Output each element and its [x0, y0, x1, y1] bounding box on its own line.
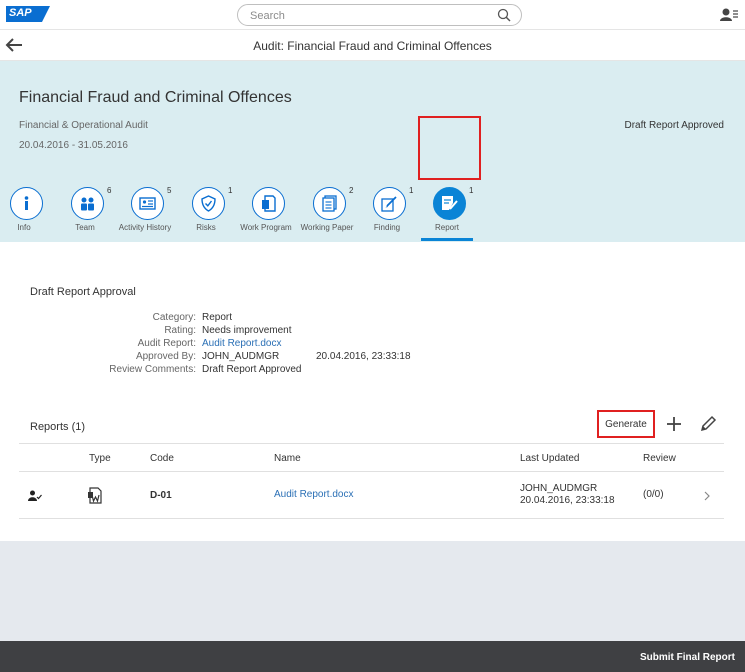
- search-icon[interactable]: [497, 8, 511, 22]
- tab-count: 6: [107, 186, 112, 195]
- tab-work-program[interactable]: Work Program: [236, 185, 296, 242]
- tab-count: 5: [167, 186, 172, 195]
- footer-toolbar: Submit Final Report: [0, 641, 745, 672]
- tab-work-program-circle: [252, 187, 285, 220]
- form-row-review-comments: Review Comments: Draft Report Approved: [0, 364, 745, 377]
- working-paper-icon: [322, 195, 337, 212]
- team-icon: [81, 197, 94, 211]
- column-code[interactable]: Code: [150, 453, 174, 464]
- page-title: Audit: Financial Fraud and Criminal Offe…: [253, 39, 492, 53]
- user-menu-icon[interactable]: [717, 4, 739, 26]
- field-label: Category:: [152, 312, 196, 323]
- search-box[interactable]: [237, 4, 522, 26]
- active-tab-indicator: [421, 238, 473, 241]
- field-value: Needs improvement: [202, 325, 292, 336]
- tab-risks-circle: [192, 187, 225, 220]
- tab-report[interactable]: 1 Report: [417, 185, 477, 242]
- audit-title: Financial Fraud and Criminal Offences: [19, 89, 292, 106]
- field-label: Audit Report:: [137, 338, 196, 349]
- generate-button[interactable]: Generate: [597, 410, 655, 438]
- row-code: D-01: [150, 490, 172, 501]
- tab-activity-history[interactable]: 5 Activity History: [115, 185, 175, 242]
- tab-report-circle: [433, 187, 466, 220]
- tab-count: 2: [349, 186, 354, 195]
- tab-working-paper-circle: [313, 187, 346, 220]
- column-name[interactable]: Name: [274, 453, 301, 464]
- table-row[interactable]: D-01 Audit Report.docx JOHN_AUDMGR 20.04…: [19, 473, 724, 519]
- field-label: Rating:: [164, 325, 196, 336]
- report-tab-highlight: [418, 116, 481, 180]
- tab-risks[interactable]: 1 Risks: [176, 185, 236, 242]
- field-label: Review Comments:: [109, 364, 196, 375]
- navigation-bar: Audit: Financial Fraud and Criminal Offe…: [0, 30, 745, 61]
- tab-finding-circle: [373, 187, 406, 220]
- finding-icon: [381, 196, 397, 212]
- form-row-rating: Rating: Needs improvement: [0, 325, 745, 338]
- tab-team[interactable]: 6 Team: [55, 185, 115, 242]
- form-row-approved-by: Approved By: JOHN_AUDMGR 20.04.2016, 23:…: [0, 351, 745, 364]
- column-last-updated[interactable]: Last Updated: [520, 453, 580, 464]
- shell-header: SAP: [0, 0, 745, 30]
- report-icon: [442, 196, 458, 210]
- row-updated-at: 20.04.2016, 23:33:18: [520, 495, 615, 506]
- page-background: [0, 541, 745, 641]
- column-review[interactable]: Review: [643, 453, 676, 464]
- object-header: Financial Fraud and Criminal Offences Fi…: [0, 61, 745, 242]
- field-value: JOHN_AUDMGR: [202, 351, 280, 362]
- audit-type: Financial & Operational Audit: [19, 120, 148, 131]
- field-value: Draft Report Approved: [202, 364, 302, 375]
- form-row-audit-report: Audit Report: Audit Report.docx: [0, 338, 745, 351]
- edit-icon[interactable]: [698, 414, 718, 434]
- tab-count: 1: [409, 186, 414, 195]
- tab-content: Draft Report Approval Category: Report R…: [0, 242, 745, 541]
- audit-dates: 20.04.2016 - 31.05.2016: [19, 140, 128, 151]
- field-value: Report: [202, 312, 233, 323]
- table-header: Type Code Name Last Updated Review: [19, 443, 724, 472]
- form-row-category: Category: Report: [0, 312, 745, 325]
- search-input[interactable]: [250, 8, 490, 23]
- submit-final-report-button[interactable]: Submit Final Report: [640, 648, 735, 666]
- tab-info-circle: [10, 187, 43, 220]
- tab-working-paper[interactable]: 2 Working Paper: [297, 185, 357, 242]
- tab-count: 1: [228, 186, 233, 195]
- activity-icon: [139, 197, 156, 210]
- word-document-icon: [88, 487, 102, 504]
- chevron-right-icon[interactable]: [704, 491, 710, 501]
- user-approved-icon: [28, 490, 42, 501]
- approval-section-title: Draft Report Approval: [30, 286, 136, 298]
- column-type[interactable]: Type: [89, 453, 111, 464]
- work-program-icon: [262, 195, 276, 212]
- logo-text: SAP: [9, 7, 32, 19]
- tab-info[interactable]: Info: [0, 185, 54, 242]
- sap-logo[interactable]: SAP: [6, 6, 50, 22]
- audit-report-link[interactable]: Audit Report.docx: [202, 338, 282, 349]
- risk-icon: [201, 195, 216, 212]
- add-icon[interactable]: [664, 414, 684, 434]
- tab-team-circle: [71, 187, 104, 220]
- info-icon: [24, 196, 29, 210]
- field-label: Approved By:: [135, 351, 196, 362]
- tab-activity-circle: [131, 187, 164, 220]
- tab-label: Report: [434, 223, 459, 232]
- audit-status: Draft Report Approved: [624, 120, 725, 131]
- row-updated-by: JOHN_AUDMGR: [520, 483, 598, 494]
- tab-finding[interactable]: 1 Finding: [357, 185, 417, 242]
- row-name-link[interactable]: Audit Report.docx: [274, 489, 354, 500]
- tab-count: 1: [469, 186, 474, 195]
- approval-timestamp: 20.04.2016, 23:33:18: [316, 351, 411, 362]
- row-review: (0/0): [643, 489, 664, 500]
- reports-table-title: Reports (1): [30, 421, 86, 433]
- icon-tab-bar: Info 6 Team 5 Activity History 1 Risks W…: [0, 185, 745, 242]
